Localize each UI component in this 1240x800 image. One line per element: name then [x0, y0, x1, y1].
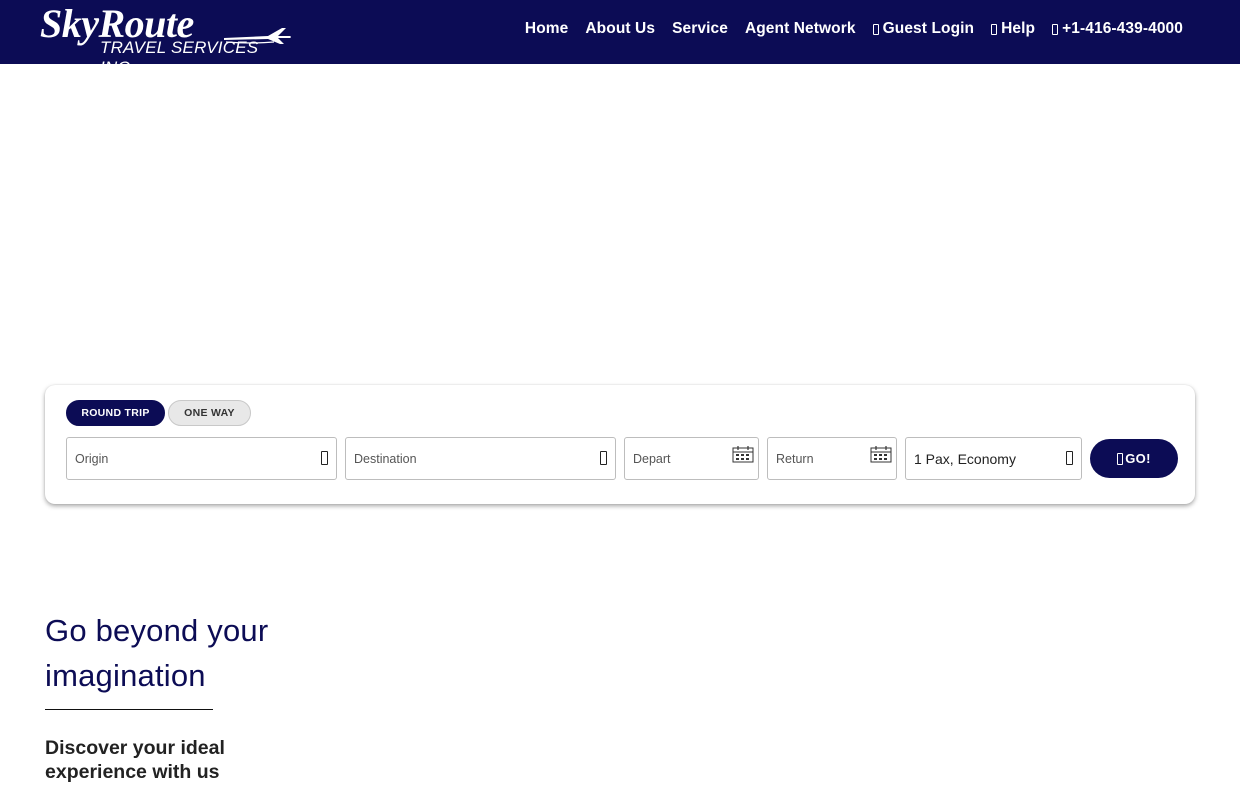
round-trip-button[interactable]: ROUND TRIP: [66, 400, 165, 426]
help-icon: [991, 23, 998, 35]
skyroute-logo[interactable]: SkyRoute TRAVEL SERVICES INC.: [40, 1, 291, 77]
main-nav: Home About Us Service Agent Network Gues…: [525, 19, 1183, 39]
nav-phone-label: +1-416-439-4000: [1062, 20, 1183, 37]
origin-placeholder: Origin: [75, 452, 109, 466]
origin-field[interactable]: Origin: [66, 437, 337, 480]
user-icon: [1066, 451, 1073, 465]
nav-help[interactable]: Help: [991, 19, 1035, 39]
destination-placeholder: Destination: [354, 452, 417, 466]
nav-guest-login-label: Guest Login: [882, 20, 975, 37]
nav-help-label: Help: [1001, 20, 1036, 37]
nav-agent-network[interactable]: Agent Network: [745, 19, 856, 39]
page-headline: Go beyond your imagination: [45, 613, 269, 693]
passengers-class-field[interactable]: 1 Pax, Economy: [905, 437, 1082, 480]
headline-divider: [45, 709, 213, 710]
return-placeholder: Return: [776, 452, 814, 466]
flight-search-card: ROUND TRIP ONE WAY Origin Destination De…: [45, 385, 1195, 504]
user-icon: [872, 23, 879, 35]
one-way-button[interactable]: ONE WAY: [168, 400, 251, 426]
search-icon: [1117, 452, 1124, 465]
top-navbar: SkyRoute TRAVEL SERVICES INC. Home About…: [0, 0, 1240, 77]
depart-placeholder: Depart: [633, 452, 671, 466]
location-icon: [321, 451, 328, 465]
trip-type-toggle: ROUND TRIP ONE WAY: [66, 400, 251, 426]
nav-home[interactable]: Home: [525, 19, 568, 39]
phone-icon: [1052, 23, 1059, 35]
logo-tagline: TRAVEL SERVICES INC.: [100, 38, 259, 77]
page-subheading: Discover your ideal experience with us: [45, 737, 225, 783]
depart-date-field[interactable]: Depart: [624, 437, 759, 480]
nav-phone[interactable]: +1-416-439-4000: [1052, 19, 1183, 39]
return-date-field[interactable]: Return: [767, 437, 897, 480]
passengers-class-value: 1 Pax, Economy: [914, 451, 1016, 467]
location-icon: [600, 451, 607, 465]
go-button-label: GO!: [1125, 451, 1151, 466]
calendar-icon: [732, 446, 754, 463]
nav-service[interactable]: Service: [672, 19, 728, 39]
nav-guest-login[interactable]: Guest Login: [872, 19, 975, 39]
destination-field[interactable]: Destination: [345, 437, 616, 480]
calendar-icon: [870, 446, 892, 463]
search-go-button[interactable]: GO!: [1090, 439, 1178, 478]
nav-about-us[interactable]: About Us: [585, 19, 655, 39]
